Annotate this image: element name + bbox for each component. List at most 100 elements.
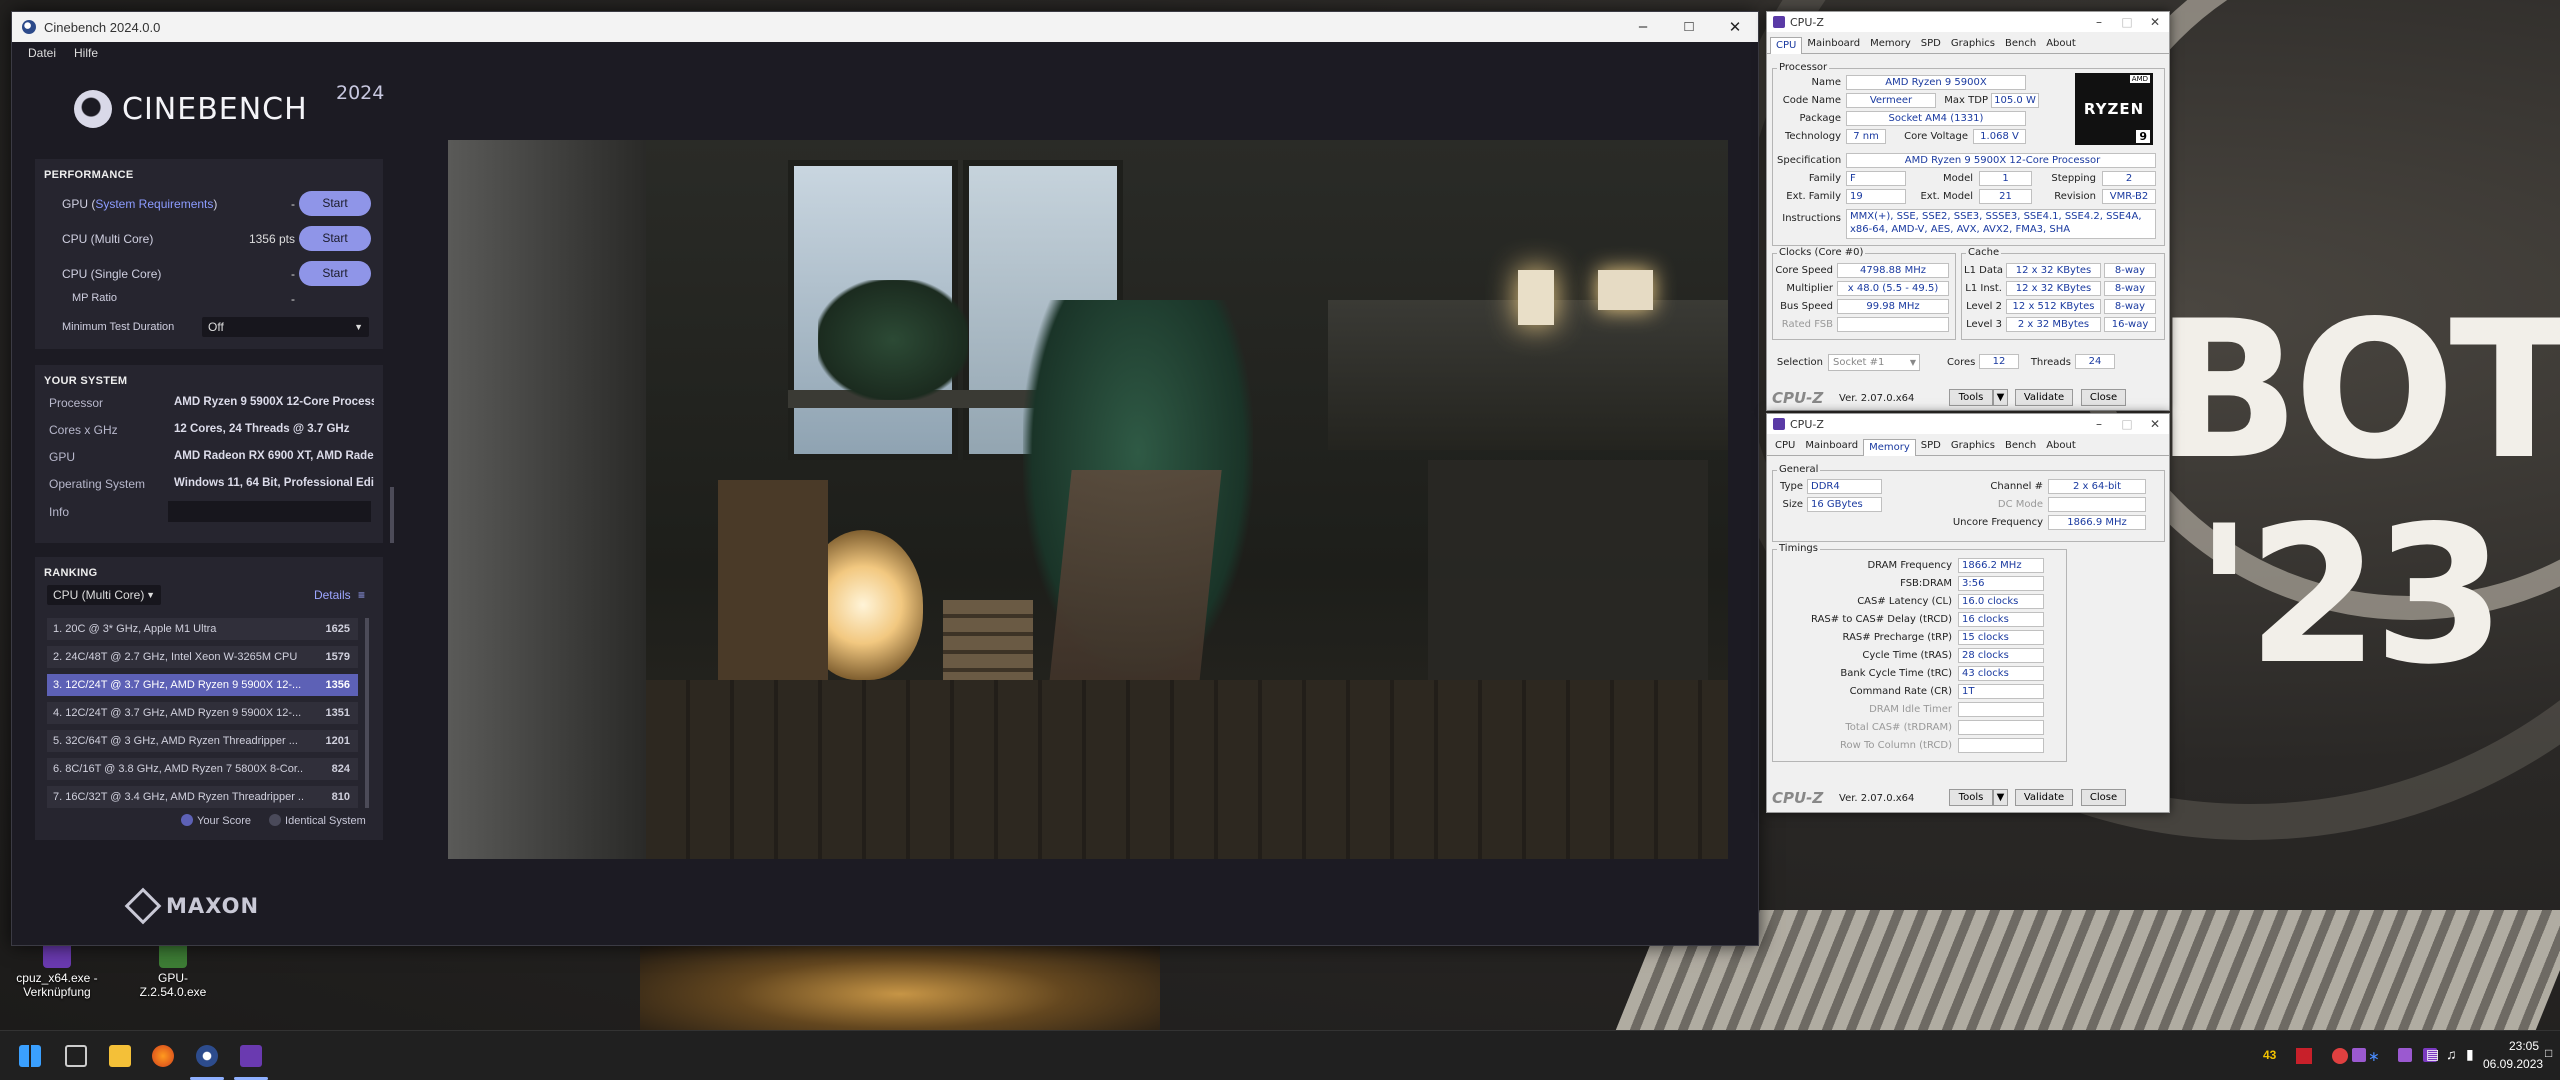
minimize-icon[interactable]: – (1620, 18, 1666, 36)
system-row-gpu: GPU AMD Radeon RX 6900 XT, AMD Rade... (35, 443, 383, 470)
network-icon[interactable]: ▤ (2426, 1046, 2439, 1063)
tray-app-icon[interactable] (2296, 1048, 2312, 1064)
system-requirements-link[interactable]: System Requirements (95, 197, 213, 211)
volume-icon[interactable]: ♫ (2446, 1046, 2457, 1062)
legend-dot-icon (269, 814, 282, 826)
tray-app-icon[interactable] (2332, 1048, 2348, 1064)
system-panel-scrollbar[interactable] (390, 487, 394, 543)
ranking-row[interactable]: 6. 8C/16T @ 3.8 GHz, AMD Ryzen 7 5800X 8… (47, 758, 358, 780)
ext-family-label: Ext. Family (1786, 191, 1841, 202)
validate-button[interactable]: Validate (2015, 389, 2073, 406)
system-value: AMD Radeon RX 6900 XT, AMD Rade... (174, 450, 374, 462)
tab-bench[interactable]: Bench (2000, 438, 2041, 455)
close-icon[interactable]: ✕ (2141, 15, 2169, 29)
notification-icon[interactable]: □ (2545, 1046, 2552, 1060)
maximize-icon[interactable]: □ (2113, 417, 2141, 431)
tab-mainboard[interactable]: Mainboard (1802, 36, 1865, 53)
desktop-icon-cpuz[interactable]: cpuz_x64.exe - Verknüpfung (12, 942, 102, 999)
close-button[interactable]: Close (2081, 389, 2126, 406)
close-icon[interactable]: ✕ (1712, 18, 1758, 36)
tab-memory[interactable]: Memory (1863, 439, 1916, 456)
core-voltage-label: Core Voltage (1904, 131, 1968, 142)
mem-size-label: Size (1782, 499, 1803, 510)
cpu-multi-start-button[interactable]: Start (299, 226, 371, 251)
bluetooth-icon[interactable]: ∗ (2368, 1048, 2380, 1065)
mem-size-value: 16 GBytes (1807, 497, 1882, 512)
timing-label: CAS# Latency (CL) (1857, 596, 1952, 607)
ranking-row[interactable]: 5. 32C/64T @ 3 GHz, AMD Ryzen Threadripp… (47, 730, 358, 752)
cpuz-app-icon (1773, 418, 1785, 430)
instructions-value: MMX(+), SSE, SSE2, SSE3, SSSE3, SSE4.1, … (1846, 209, 2156, 239)
menu-datei[interactable]: Datei (28, 46, 56, 60)
timings-group: Timings DRAM Frequency 1866.2 MHz FSB:DRAM… (1772, 543, 2067, 762)
gpu-start-button[interactable]: Start (299, 191, 371, 216)
desktop-icon-gpuz[interactable]: GPU-Z.2.54.0.exe (128, 942, 218, 999)
clock-date[interactable]: 06.09.2023 (2483, 1057, 2543, 1071)
tab-cpu[interactable]: CPU (1770, 438, 1800, 455)
tools-dropdown-arrow[interactable]: ▼ (1993, 389, 2008, 406)
tab-about[interactable]: About (2041, 438, 2081, 455)
min-duration-dropdown[interactable]: Off ▼ (202, 317, 369, 337)
tab-spd[interactable]: SPD (1916, 438, 1946, 455)
group-title: General (1777, 464, 1821, 475)
tab-graphics[interactable]: Graphics (1946, 36, 2000, 53)
tools-button[interactable]: Tools (1949, 789, 1993, 806)
min-duration-value: Off (208, 320, 224, 334)
cinebench-titlebar[interactable]: Cinebench 2024.0.0 – □ ✕ (12, 12, 1758, 42)
tray-app-icon[interactable] (2398, 1048, 2412, 1062)
timing-label: Row To Column (tRCD) (1839, 740, 1952, 751)
bus-speed-label: Bus Speed (1780, 301, 1833, 312)
timing-label: RAS# to CAS# Delay (tRCD) (1811, 614, 1952, 625)
ranking-entry: 2. 24C/48T @ 2.7 GHz, Intel Xeon W-3265M… (53, 651, 298, 663)
temperature-readout[interactable]: 43 (2263, 1048, 2276, 1062)
threads-value: 24 (2075, 354, 2115, 369)
tab-bench[interactable]: Bench (2000, 36, 2041, 53)
ranking-row[interactable]: 7. 16C/32T @ 3.4 GHz, AMD Ryzen Threadri… (47, 786, 358, 808)
tab-memory[interactable]: Memory (1865, 36, 1916, 53)
timing-value: 3:56 (1958, 576, 2044, 591)
ranking-scrollbar[interactable] (365, 618, 369, 808)
cpuz-tab-bar: CPU Mainboard Memory SPD Graphics Bench … (1767, 434, 2169, 456)
details-button[interactable]: Details ≡ (314, 588, 365, 602)
socket-select[interactable]: Socket #1 ▼ (1828, 354, 1920, 371)
ranking-entry: 7. 16C/32T @ 3.4 GHz, AMD Ryzen Threadri… (53, 791, 303, 803)
minimize-icon[interactable]: – (2085, 15, 2113, 29)
ranking-heading: RANKING (44, 567, 98, 579)
close-icon[interactable]: ✕ (2141, 417, 2169, 431)
battery-icon[interactable]: ▮ (2466, 1046, 2474, 1063)
ranking-row-your-score[interactable]: 3. 12C/24T @ 3.7 GHz, AMD Ryzen 9 5900X … (47, 674, 358, 696)
cpuz-titlebar[interactable]: CPU-Z – □ ✕ (1767, 414, 2169, 434)
ranking-row[interactable]: 4. 12C/24T @ 3.7 GHz, AMD Ryzen 9 5900X … (47, 702, 358, 724)
cpuz-titlebar[interactable]: CPU-Z – □ ✕ (1767, 12, 2169, 32)
windows-start-icon[interactable] (19, 1045, 41, 1067)
firefox-icon[interactable] (152, 1045, 174, 1067)
tab-cpu[interactable]: CPU (1770, 37, 1803, 54)
tab-spd[interactable]: SPD (1916, 36, 1946, 53)
minimize-icon[interactable]: – (2085, 417, 2113, 431)
task-view-icon[interactable] (65, 1045, 87, 1067)
tray-app-icon[interactable] (2352, 1048, 2366, 1062)
render-preview-image (448, 140, 1728, 859)
ranking-row[interactable]: 1. 20C @ 3* GHz, Apple M1 Ultra 1625 (47, 618, 358, 640)
tools-button[interactable]: Tools (1949, 389, 1993, 406)
tab-graphics[interactable]: Graphics (1946, 438, 2000, 455)
file-explorer-icon[interactable] (109, 1045, 131, 1067)
info-text-field[interactable] (168, 501, 371, 522)
menu-hilfe[interactable]: Hilfe (74, 46, 98, 60)
maximize-icon[interactable]: □ (2113, 15, 2141, 29)
ranking-row[interactable]: 2. 24C/48T @ 2.7 GHz, Intel Xeon W-3265M… (47, 646, 358, 668)
ranking-score: 1356 (325, 679, 350, 691)
tools-dropdown-arrow[interactable]: ▼ (1993, 789, 2008, 806)
validate-button[interactable]: Validate (2015, 789, 2073, 806)
ranking-test-dropdown[interactable]: CPU (Multi Core) ▼ (47, 585, 161, 605)
system-key: Operating System (49, 477, 146, 491)
close-button[interactable]: Close (2081, 789, 2126, 806)
cinebench-taskbar-icon[interactable] (196, 1045, 218, 1067)
tab-mainboard[interactable]: Mainboard (1800, 438, 1863, 455)
clock-time[interactable]: 23:05 (2509, 1039, 2539, 1053)
cpu-single-start-button[interactable]: Start (299, 261, 371, 286)
cpuz-taskbar-icon[interactable] (240, 1045, 262, 1067)
tab-about[interactable]: About (2041, 36, 2081, 53)
maximize-icon[interactable]: □ (1666, 18, 1712, 36)
min-duration-label: Minimum Test Duration (62, 321, 175, 333)
